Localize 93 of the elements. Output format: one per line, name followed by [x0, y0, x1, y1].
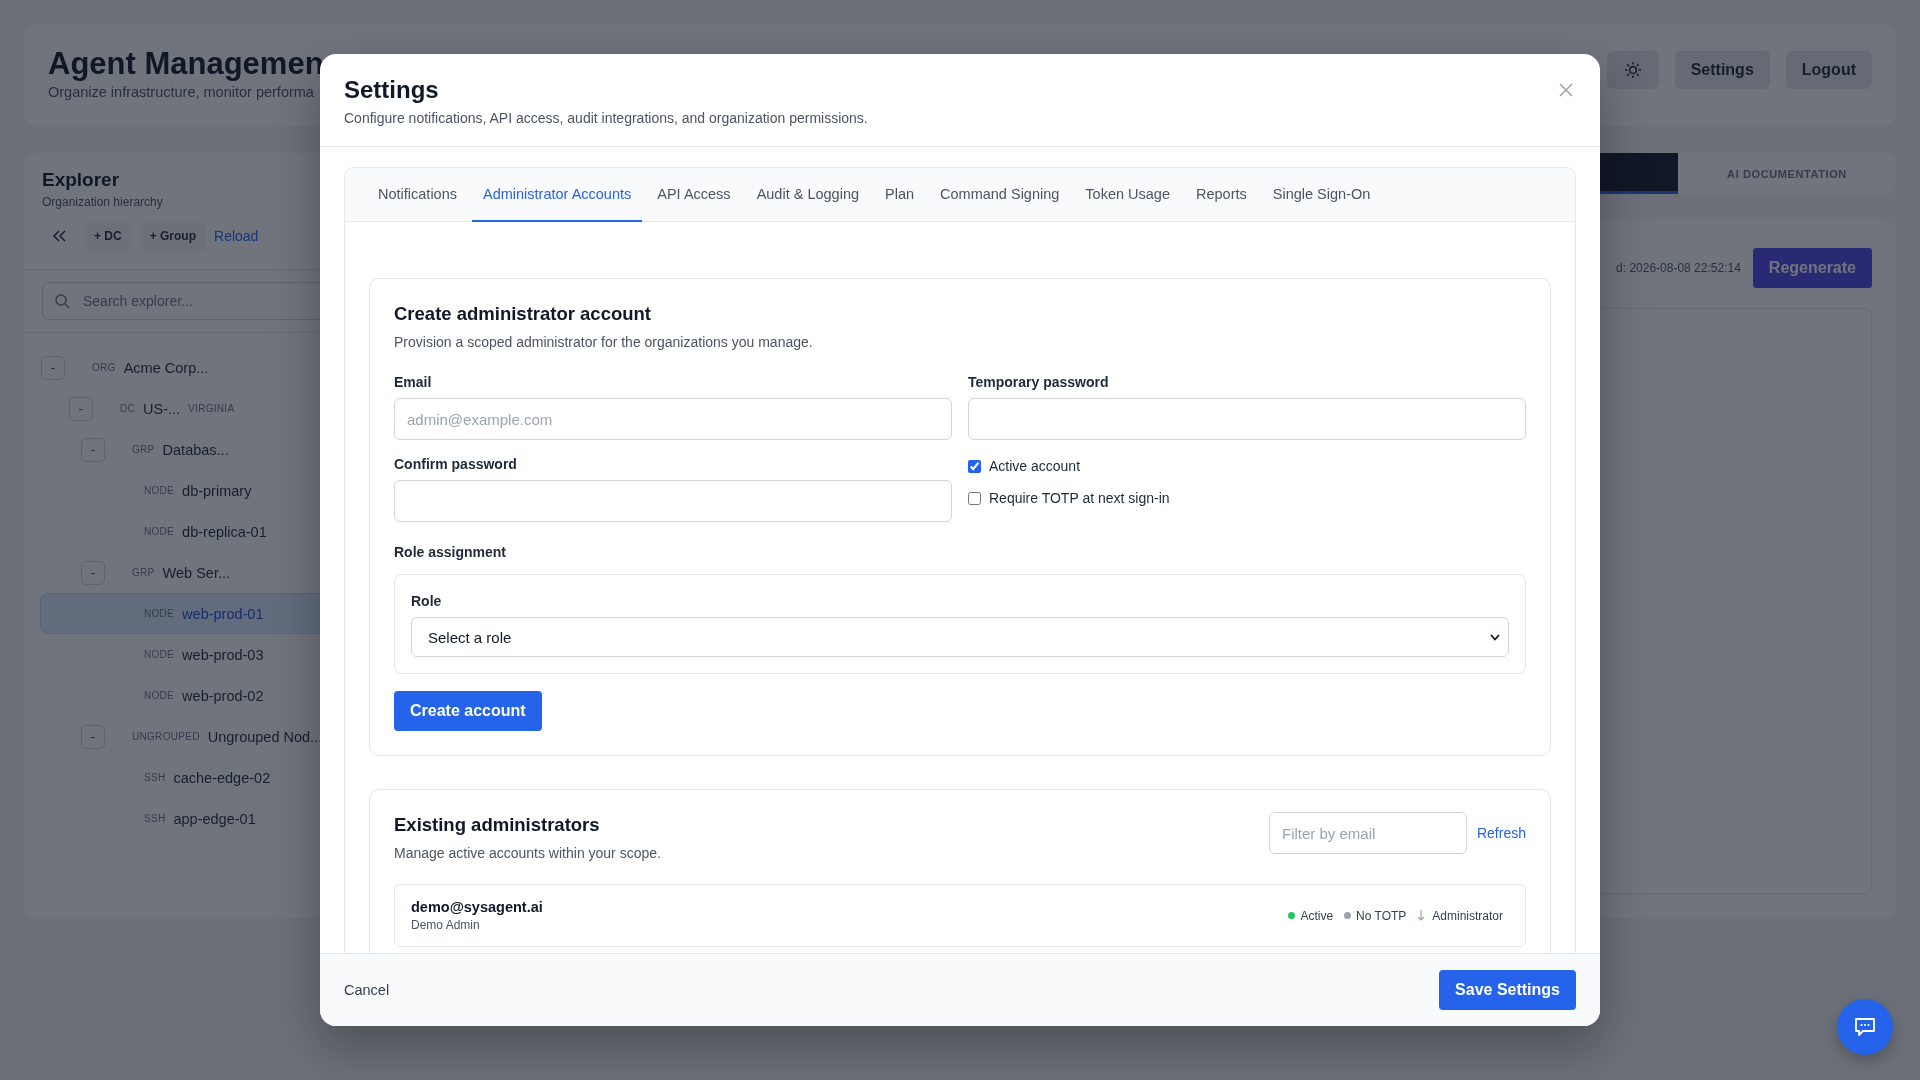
tree-item[interactable]: - GRP Databas...: [40, 429, 388, 470]
node-name: cache-edge-02: [173, 769, 271, 786]
collapse-toggle[interactable]: -: [41, 355, 65, 380]
collapse-toggle[interactable]: -: [81, 724, 105, 749]
app-title: Agent Managemen: [48, 46, 324, 82]
node-name: Ungrouped Nod...: [207, 728, 323, 745]
account-email: demo@sysagent.ai: [411, 899, 543, 915]
settings-tab[interactable]: Reports: [1185, 168, 1258, 222]
role-label: Administrator: [1432, 908, 1503, 923]
field-label: Email: [394, 374, 433, 390]
field-label: Confirm password: [394, 456, 518, 472]
dialog-subtitle: Configure notifications, API access, audit integrations, and organization permissions.: [344, 110, 868, 126]
node-name: web-prod-02: [182, 687, 264, 704]
node-name: Web Ser...: [162, 564, 230, 581]
generated-time: d: 2026-08-08 22:52:14: [1616, 261, 1741, 275]
close-icon: [1559, 83, 1573, 97]
checkbox-label: Active account: [989, 458, 1081, 474]
settings-tab[interactable]: API Access: [646, 168, 742, 222]
settings-tab[interactable]: Audit & Logging: [745, 168, 870, 222]
sun-icon: [1623, 61, 1642, 79]
tree-item[interactable]: - DC US-... VIRGINIA: [40, 388, 388, 429]
tree-item[interactable]: - UNGROUPED Ungrouped Nod...: [40, 716, 388, 757]
tree-item[interactable]: - ORG Acme Corp...: [24, 347, 388, 388]
node-type-label: ORG: [92, 362, 116, 373]
node-type-label: SSH: [144, 813, 166, 824]
settings-tab[interactable]: Command Signing: [929, 168, 1071, 222]
role-select[interactable]: Select a role: [411, 617, 1509, 657]
checkbox[interactable]: [968, 459, 981, 473]
chat-icon: [1854, 1017, 1876, 1037]
password-field[interactable]: [394, 480, 952, 522]
email-field[interactable]: admin@example.com: [394, 398, 952, 440]
collapse-toggle[interactable]: -: [81, 437, 105, 462]
node-name: US-...: [143, 400, 181, 417]
node-type-label: SSH: [144, 772, 166, 783]
node-type-label: GRP: [132, 444, 155, 455]
filter-field[interactable]: Filter by email: [1268, 812, 1467, 854]
tree-item[interactable]: - GRP Web Ser...: [40, 552, 388, 593]
node-name: app-edge-01: [173, 810, 256, 827]
save-button[interactable]: Save Settings: [1439, 970, 1576, 1010]
node-name: Acme Corp...: [123, 359, 209, 376]
refresh-link[interactable]: Refresh: [1476, 825, 1526, 841]
account-row[interactable]: demo@sysagent.ai Demo Admin Active No TOTP Administrator: [394, 884, 1526, 947]
settings-tab[interactable]: Token Usage: [1074, 168, 1181, 222]
section-title: Create administrator account: [394, 303, 652, 325]
panel-title: Explorer: [42, 169, 121, 191]
theme-toggle-button[interactable]: [1606, 51, 1659, 89]
field-label: Role assignment: [394, 544, 508, 560]
view-tab[interactable]: AI DOCUMENTATION: [1678, 153, 1896, 194]
chat-button[interactable]: [1837, 999, 1893, 1055]
header-button[interactable]: Logout: [1785, 51, 1872, 89]
node-type-label: UNGROUPED: [132, 731, 200, 742]
field-label: Temporary password: [968, 374, 1110, 390]
cancel-button[interactable]: Cancel: [344, 976, 390, 1004]
chevron-down-icon: [1490, 633, 1500, 641]
node-name: web-prod-03: [182, 646, 264, 663]
panel-subtitle: Organization hierarchy: [42, 195, 164, 209]
settings-tab[interactable]: Single Sign-On: [1261, 168, 1382, 222]
node-name: Databas...: [162, 441, 229, 458]
account-name: Demo Admin: [411, 918, 481, 932]
regenerate-button[interactable]: Regenerate: [1752, 248, 1872, 288]
checkbox-label: Require TOTP at next sign-in: [989, 490, 1170, 506]
add-button[interactable]: + DC: [84, 221, 132, 251]
status-label: Active: [1300, 908, 1334, 923]
password-field[interactable]: [968, 398, 1526, 440]
section-subtitle: Provision a scoped administrator for the organizations you manage.: [394, 334, 814, 350]
reload-link[interactable]: Reload: [214, 228, 259, 244]
node-type-label: GRP: [132, 567, 155, 578]
node-type-label: NODE: [144, 526, 175, 537]
node-name: web-prod-01: [182, 605, 264, 622]
section-title: Existing administrators: [394, 814, 601, 836]
add-button[interactable]: + Group: [139, 221, 207, 251]
node-type-label: NODE: [144, 690, 175, 701]
checkbox[interactable]: [968, 491, 981, 505]
node-type-label: DC: [120, 403, 136, 414]
arrow-down-icon: [1417, 910, 1426, 921]
header-button[interactable]: Settings: [1674, 51, 1770, 89]
node-type-label: NODE: [144, 485, 175, 496]
node-name: db-replica-01: [182, 523, 267, 540]
section-subtitle: Manage active accounts within your scope.: [394, 845, 661, 861]
settings-tab[interactable]: Plan: [874, 168, 926, 222]
field-label: Role: [411, 593, 443, 609]
app-subtitle: Organize infrastructure, monitor performa: [48, 84, 315, 100]
status-label: No TOTP: [1356, 908, 1407, 923]
dialog-title: Settings: [344, 76, 440, 104]
create-account-button[interactable]: Create account: [394, 691, 542, 731]
collapse-toggle[interactable]: -: [69, 396, 93, 421]
collapse-toggle[interactable]: -: [81, 560, 105, 585]
region-label: VIRGINIA: [188, 403, 235, 414]
double-chevron-left-icon: [51, 229, 67, 243]
node-name: db-primary: [182, 482, 252, 499]
settings-tab[interactable]: Administrator Accounts: [472, 168, 643, 222]
node-type-label: NODE: [144, 649, 175, 660]
settings-tab[interactable]: Notifications: [367, 168, 468, 222]
